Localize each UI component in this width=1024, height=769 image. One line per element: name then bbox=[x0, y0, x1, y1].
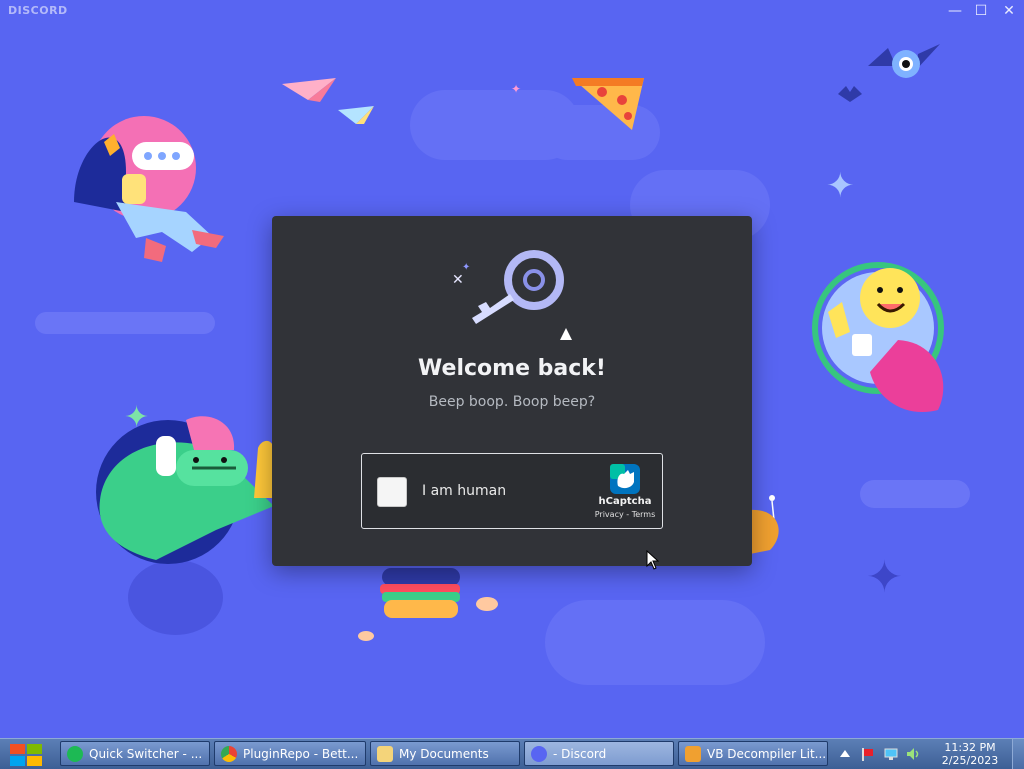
captcha-checkbox[interactable] bbox=[377, 477, 407, 507]
close-button[interactable]: ✕ bbox=[996, 0, 1022, 22]
key-icon: ✕ ✦ bbox=[452, 250, 572, 340]
system-tray bbox=[834, 739, 930, 769]
hcaptcha-logo-icon bbox=[610, 464, 640, 494]
hoodie-character-illustration bbox=[74, 116, 224, 262]
svg-text:✦: ✦ bbox=[462, 262, 470, 273]
minimize-button[interactable]: — bbox=[942, 0, 968, 22]
taskbar: Quick Switcher - ... PluginRepo - Bett..… bbox=[0, 738, 1024, 769]
mouse-cursor-icon bbox=[646, 550, 660, 570]
taskbar-item-pluginrepo[interactable]: PluginRepo - Bett... bbox=[214, 741, 366, 766]
taskbar-item-label: VB Decompiler Lit... bbox=[707, 746, 827, 761]
hcaptcha-links: Privacy - Terms bbox=[582, 510, 668, 519]
eyeball-bat-illustration bbox=[868, 44, 940, 78]
bat-icon bbox=[838, 86, 862, 102]
captcha-label: I am human bbox=[422, 483, 507, 499]
welcome-subheading: Beep boop. Boop beep? bbox=[428, 394, 596, 410]
discord-window: DISCORD — ☐ ✕ ✦ ✦ ✦ ✦ ✕ ✦ Welcome back! … bbox=[0, 0, 1024, 738]
titlebar: DISCORD — ☐ ✕ bbox=[0, 0, 1024, 22]
sparkle-icon: ✦ bbox=[826, 166, 855, 206]
taskbar-clock[interactable]: 11:32 PM 2/25/2023 bbox=[932, 741, 1008, 767]
maximize-button[interactable]: ☐ bbox=[968, 0, 994, 22]
folder-icon bbox=[377, 745, 393, 762]
taskbar-item-label: Quick Switcher - ... bbox=[89, 746, 203, 761]
chrome-icon bbox=[221, 745, 237, 762]
action-center-flag-icon[interactable] bbox=[860, 747, 874, 761]
yellow-creature-illustration bbox=[254, 440, 274, 498]
vb-decompiler-icon bbox=[685, 745, 701, 762]
clock-date: 2/25/2023 bbox=[941, 754, 999, 767]
volume-icon[interactable] bbox=[906, 747, 920, 761]
pizza-slice-illustration bbox=[572, 78, 644, 130]
sparkle-icon: ✦ bbox=[511, 82, 522, 96]
privacy-link[interactable]: Privacy bbox=[595, 510, 624, 519]
taskbar-item-label: PluginRepo - Bett... bbox=[243, 746, 359, 761]
start-button[interactable] bbox=[8, 742, 44, 768]
taskbar-item-label: My Documents bbox=[399, 746, 489, 761]
paper-plane-illustration bbox=[282, 78, 336, 102]
sparkle-icon: ✦ bbox=[866, 552, 903, 603]
taskbar-item-quick-switcher[interactable]: Quick Switcher - ... bbox=[60, 741, 210, 766]
hcaptcha-brand: hCaptcha bbox=[598, 496, 652, 507]
taskbar-item-vb-decompiler[interactable]: VB Decompiler Lit... bbox=[678, 741, 828, 766]
login-modal: ✕ ✦ Welcome back! Beep boop. Boop beep? … bbox=[272, 216, 752, 566]
yellow-character-illustration bbox=[812, 262, 944, 413]
welcome-heading: Welcome back! bbox=[418, 356, 606, 381]
terms-link[interactable]: Terms bbox=[632, 510, 656, 519]
paper-plane-illustration bbox=[338, 106, 374, 124]
background-cloud bbox=[545, 600, 765, 685]
clock-time: 11:32 PM bbox=[944, 741, 996, 754]
taskbar-item-label: - Discord bbox=[553, 746, 607, 761]
link-separator: - bbox=[623, 510, 632, 519]
spotify-icon bbox=[67, 745, 83, 762]
taskbar-item-my-documents[interactable]: My Documents bbox=[370, 741, 520, 766]
hcaptcha-widget: I am human hCaptcha Privacy - Terms bbox=[361, 453, 663, 529]
network-icon[interactable] bbox=[884, 747, 898, 761]
tray-expand-icon[interactable] bbox=[838, 747, 852, 761]
svg-text:✕: ✕ bbox=[452, 272, 464, 288]
taskbar-item-discord[interactable]: - Discord bbox=[524, 741, 674, 766]
show-desktop-button[interactable] bbox=[1012, 739, 1024, 769]
background-cloud bbox=[860, 480, 970, 508]
background-cloud bbox=[128, 560, 223, 635]
croc-character-illustration bbox=[96, 416, 274, 564]
sandwich-illustration bbox=[380, 568, 460, 618]
discord-icon bbox=[531, 745, 547, 762]
background-cloud bbox=[35, 312, 215, 334]
discord-wordmark: DISCORD bbox=[8, 4, 68, 17]
chip-illustration bbox=[358, 631, 374, 641]
chip-illustration bbox=[476, 597, 498, 611]
snail-illustration bbox=[750, 495, 779, 554]
